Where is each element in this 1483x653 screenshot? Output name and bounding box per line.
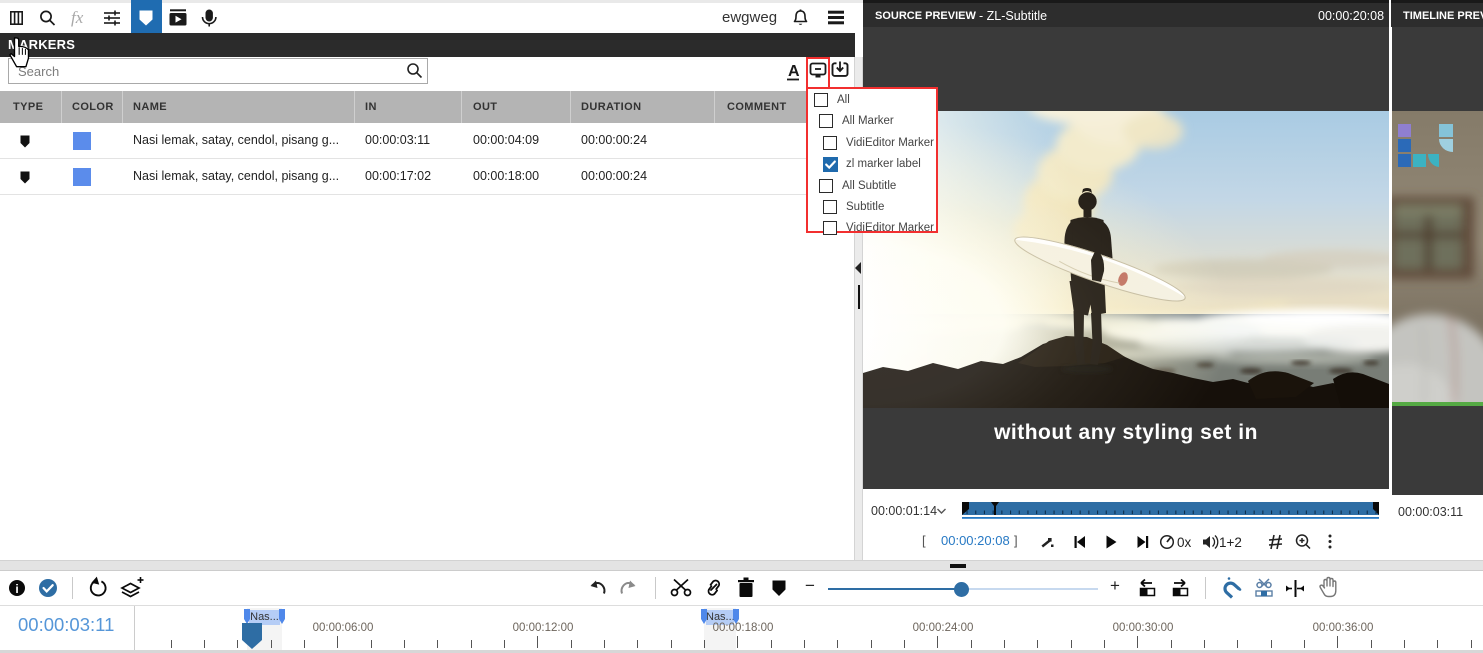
svg-text:1+2: 1+2: [1219, 535, 1242, 550]
svg-text:fx: fx: [71, 8, 84, 27]
svg-text:i: i: [15, 582, 18, 596]
svg-text:0x: 0x: [1177, 535, 1192, 550]
svg-text:A: A: [788, 63, 800, 80]
